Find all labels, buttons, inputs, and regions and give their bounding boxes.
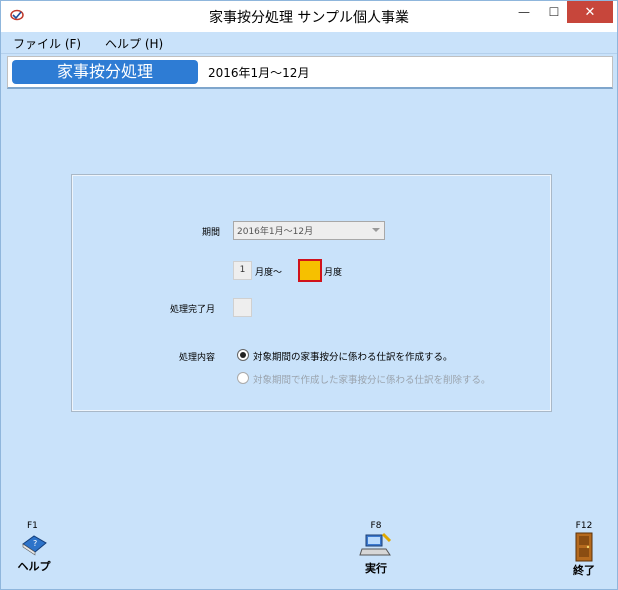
exit-door-icon xyxy=(575,532,593,562)
minimize-icon: — xyxy=(518,5,530,19)
exit-fkey-label: F12 xyxy=(575,521,593,531)
exit-fkey-button[interactable]: F12 終了 xyxy=(566,521,602,578)
help-button-label: ヘルプ xyxy=(17,560,51,573)
title-bar: 家事按分処理 サンプル個人事業 — ☐ ✕ xyxy=(1,1,617,32)
run-fkey-button[interactable]: F8 実行 xyxy=(353,521,399,576)
radio-delete[interactable] xyxy=(237,372,249,384)
completed-month-label: 処理完了月 xyxy=(170,305,216,315)
radio-create[interactable] xyxy=(237,349,249,361)
from-month-suffix: 月度～ xyxy=(255,268,283,278)
to-month-suffix: 月度 xyxy=(324,268,343,278)
run-computer-icon xyxy=(359,532,392,556)
from-month-box: 1 xyxy=(233,261,252,280)
run-button-label: 実行 xyxy=(365,562,387,575)
settings-panel: 期間 2016年1月～12月 1 月度～ 月度 処理完了月 処理内容 対象期間の… xyxy=(71,174,552,412)
close-button[interactable]: ✕ xyxy=(567,1,613,23)
screen-title: 家事按分処理 xyxy=(12,60,198,84)
content-label: 処理内容 xyxy=(179,353,216,363)
radio-create-label: 対象期間の家事按分に係わる仕訳を作成する。 xyxy=(253,352,453,363)
menu-help[interactable]: ヘルプ (H) xyxy=(105,35,163,52)
maximize-button[interactable]: ☐ xyxy=(537,1,571,23)
help-fkey-button[interactable]: F1 ? ヘルプ xyxy=(9,521,59,574)
help-fkey-label: F1 xyxy=(27,521,38,531)
period-select-value: 2016年1月～12月 xyxy=(237,227,314,237)
maximize-icon: ☐ xyxy=(548,5,560,19)
app-window: 家事按分処理 サンプル個人事業 — ☐ ✕ ファイル (F) ヘルプ (H) 家… xyxy=(0,0,618,590)
period-label: 期間 xyxy=(202,228,221,238)
screen-header: 家事按分処理 2016年1月～12月 xyxy=(7,56,613,89)
run-fkey-label: F8 xyxy=(370,521,382,531)
completed-month-box xyxy=(233,298,252,317)
svg-text:?: ? xyxy=(33,539,37,548)
minimize-button[interactable]: — xyxy=(507,1,541,23)
header-period: 2016年1月～12月 xyxy=(208,66,310,80)
menu-bar: ファイル (F) ヘルプ (H) xyxy=(1,32,617,54)
help-book-icon: ? xyxy=(22,535,47,556)
menu-file[interactable]: ファイル (F) xyxy=(13,35,81,52)
chevron-down-icon xyxy=(372,228,380,232)
to-month-input[interactable] xyxy=(298,259,322,282)
exit-button-label: 終了 xyxy=(573,564,595,577)
radio-delete-label: 対象期間で作成した家事按分に係わる仕訳を削除する。 xyxy=(253,375,491,386)
close-icon: ✕ xyxy=(584,4,596,20)
period-select[interactable]: 2016年1月～12月 xyxy=(233,221,385,240)
